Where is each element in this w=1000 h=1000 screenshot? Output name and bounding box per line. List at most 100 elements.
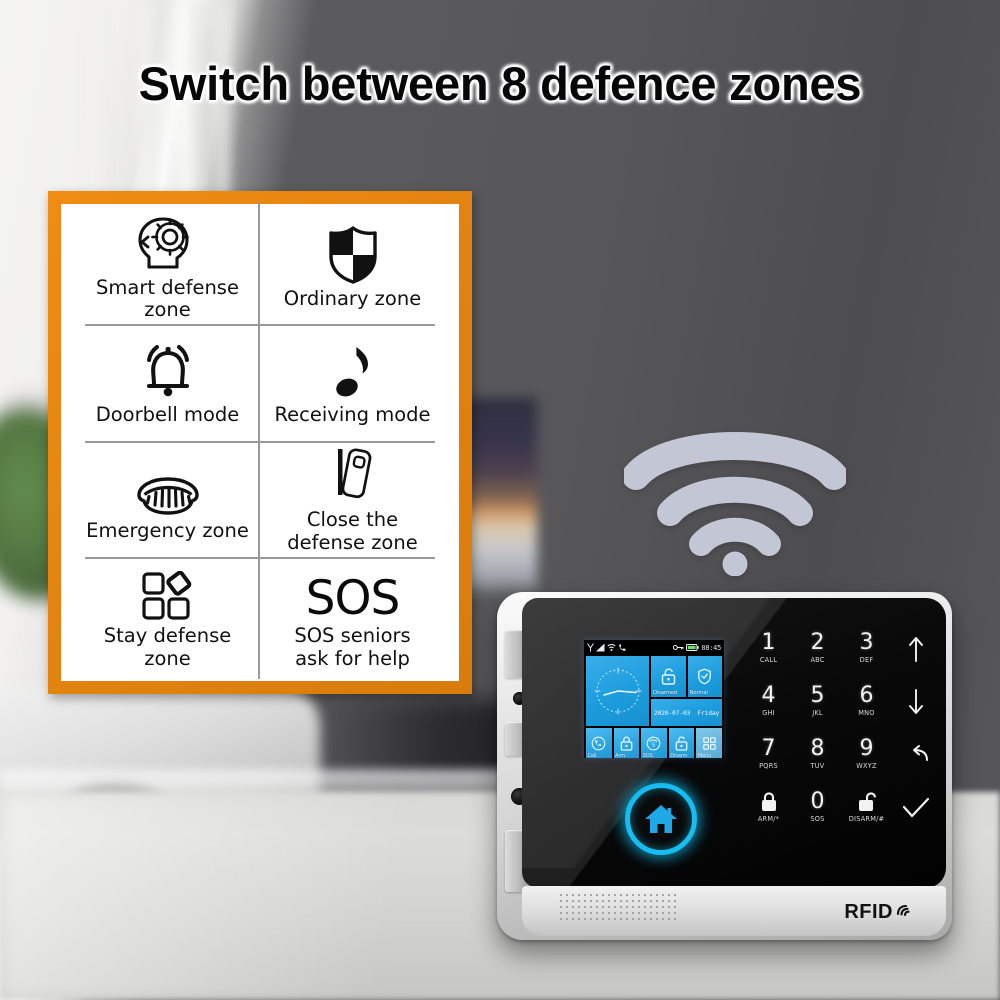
feature-label-line2: ask for help (295, 646, 410, 670)
feature-cell-sos-seniors[interactable]: SOS SOS seniors ask for help (260, 557, 445, 673)
key-sublabel: DEF (859, 655, 874, 664)
key-number: 8 (810, 736, 825, 762)
key-sublabel: TUV (810, 761, 825, 770)
arrow-down-icon (908, 688, 924, 715)
phone-icon (619, 644, 626, 651)
key-7[interactable]: 7 PQRS (744, 728, 793, 781)
feature-cell-receiving-mode[interactable]: Receiving mode (260, 324, 445, 440)
feature-label: Smart defense zone (96, 275, 239, 322)
feature-row: Doorbell mode Receiving mode (75, 318, 445, 447)
home-icon (645, 805, 677, 833)
key-2[interactable]: 2 ABC (793, 622, 842, 675)
feature-label: SOS seniors ask for help (294, 624, 411, 670)
key-sublabel: CALL (759, 655, 778, 664)
key-icon (673, 645, 684, 650)
rfid-label: RFID (844, 901, 893, 923)
wifi-icon (607, 643, 616, 651)
key-number: 9 (859, 736, 874, 762)
key-number: 7 (761, 736, 776, 762)
lock-icon (760, 792, 778, 813)
key-9[interactable]: 9 WXYZ (842, 728, 891, 781)
lcd-tile-normal[interactable]: Normal (687, 656, 722, 697)
key-1[interactable]: 1 CALL (744, 622, 793, 675)
sos-text-icon: SOS (306, 559, 401, 622)
lcd-tile-disarmed[interactable]: Disarmed (651, 656, 686, 697)
key-sublabel: JKL (812, 708, 823, 717)
lcd-tile-label: Normal (689, 690, 708, 696)
key-6[interactable]: 6 MNO (842, 675, 891, 728)
key-number: 1 (761, 630, 776, 656)
feature-cell-smart-defense-zone[interactable]: Smart defense zone (75, 201, 260, 331)
phone-icon (591, 736, 606, 751)
lcd-button-call[interactable]: Call (586, 728, 612, 758)
lcd-clock-tile[interactable] (586, 656, 649, 726)
key-number: 5 (810, 683, 825, 709)
lcd-button-menu[interactable]: Menu (696, 728, 722, 758)
key-back[interactable] (891, 728, 940, 781)
key-disarm[interactable]: DISARM/# (842, 781, 891, 834)
feature-row: Smart defense zone Ordinary zone (75, 201, 445, 331)
key-number: 2 (810, 630, 825, 656)
feature-label: Receiving mode (274, 403, 431, 427)
lcd-date: 2020-07-03 (653, 708, 691, 717)
speaker-grille (558, 892, 678, 922)
feature-cell-stay-defense-zone[interactable]: Stay defense zone (75, 550, 260, 680)
lcd-button-disarm[interactable]: Disarm (668, 728, 695, 758)
lcd-button-arm[interactable]: Arm (613, 728, 640, 758)
feature-cell-doorbell-mode[interactable]: Doorbell mode (75, 318, 260, 447)
lcd-button-label: SOS (642, 753, 653, 758)
feature-cell-emergency-zone[interactable]: Emergency zone (75, 434, 260, 564)
lcd-screen[interactable]: 08:45 Disarmed Normal 2020-07-03 Friday … (584, 640, 724, 758)
key-number: 6 (859, 683, 874, 709)
key-5[interactable]: 5 JKL (793, 675, 842, 728)
panel-bottom-bezel: RFID (522, 886, 946, 936)
lcd-tile-label: Disarmed (653, 690, 678, 696)
music-note-icon (333, 338, 373, 400)
key-sublabel: ARM/* (757, 815, 780, 823)
wifi-signal-icon (622, 424, 848, 577)
lcd-date-tile: 2020-07-03 Friday (651, 699, 722, 726)
feature-label: Stay defense zone (103, 624, 232, 670)
key-sublabel: GHI (762, 708, 775, 717)
unlock-icon (857, 792, 877, 813)
lcd-tile-grid: Disarmed Normal 2020-07-03 Friday Call A… (585, 654, 723, 758)
doorbell-icon (138, 338, 198, 400)
stay-tiles-icon (140, 559, 196, 621)
lcd-button-label: Menu (697, 753, 712, 758)
head-gear-icon (135, 211, 201, 273)
lcd-weekday: Friday (697, 708, 720, 717)
shield-icon (327, 222, 379, 284)
feature-cell-close-defense-zone[interactable]: Close the defense zone (260, 441, 445, 557)
key-arm[interactable]: ARM/* (744, 781, 793, 834)
signal-bars-icon (596, 643, 605, 652)
battery-icon (686, 644, 700, 651)
key-4[interactable]: 4 GHI (744, 675, 793, 728)
key-3[interactable]: 3 DEF (842, 622, 891, 675)
key-sublabel: SOS (810, 814, 825, 823)
key-down[interactable] (891, 675, 940, 728)
panel-front-glass: 08:45 Disarmed Normal 2020-07-03 Friday … (522, 598, 946, 888)
home-button[interactable] (625, 783, 697, 855)
grid-menu-icon (702, 737, 716, 750)
nfc-wave-icon (896, 904, 910, 917)
feature-card-frame: Smart defense zone Ordinary zone Doorbel… (48, 191, 472, 694)
feature-cell-ordinary-zone[interactable]: Ordinary zone (260, 208, 445, 324)
key-up[interactable] (891, 622, 940, 675)
unlock-icon (675, 736, 688, 751)
lcd-button-sos[interactable]: S SOS (641, 728, 667, 758)
check-icon (902, 797, 930, 819)
sos-icon: S (647, 736, 661, 751)
key-number: 4 (761, 683, 776, 709)
alarm-panel-device: 08:45 Disarmed Normal 2020-07-03 Friday … (497, 592, 952, 940)
feature-label: Doorbell mode (95, 403, 240, 427)
key-confirm[interactable] (891, 781, 940, 834)
lock-icon (620, 736, 633, 751)
key-0[interactable]: 0 SOS (793, 781, 842, 834)
feature-label-line1: SOS seniors (294, 624, 411, 648)
svg-text:S: S (652, 743, 655, 749)
feature-card: Smart defense zone Ordinary zone Doorbel… (61, 201, 459, 681)
key-8[interactable]: 8 TUV (793, 728, 842, 781)
arrow-up-icon (908, 636, 924, 662)
key-sublabel: DISARM/# (848, 815, 885, 823)
feature-row: Stay defense zone SOS SOS seniors ask fo… (75, 550, 445, 680)
